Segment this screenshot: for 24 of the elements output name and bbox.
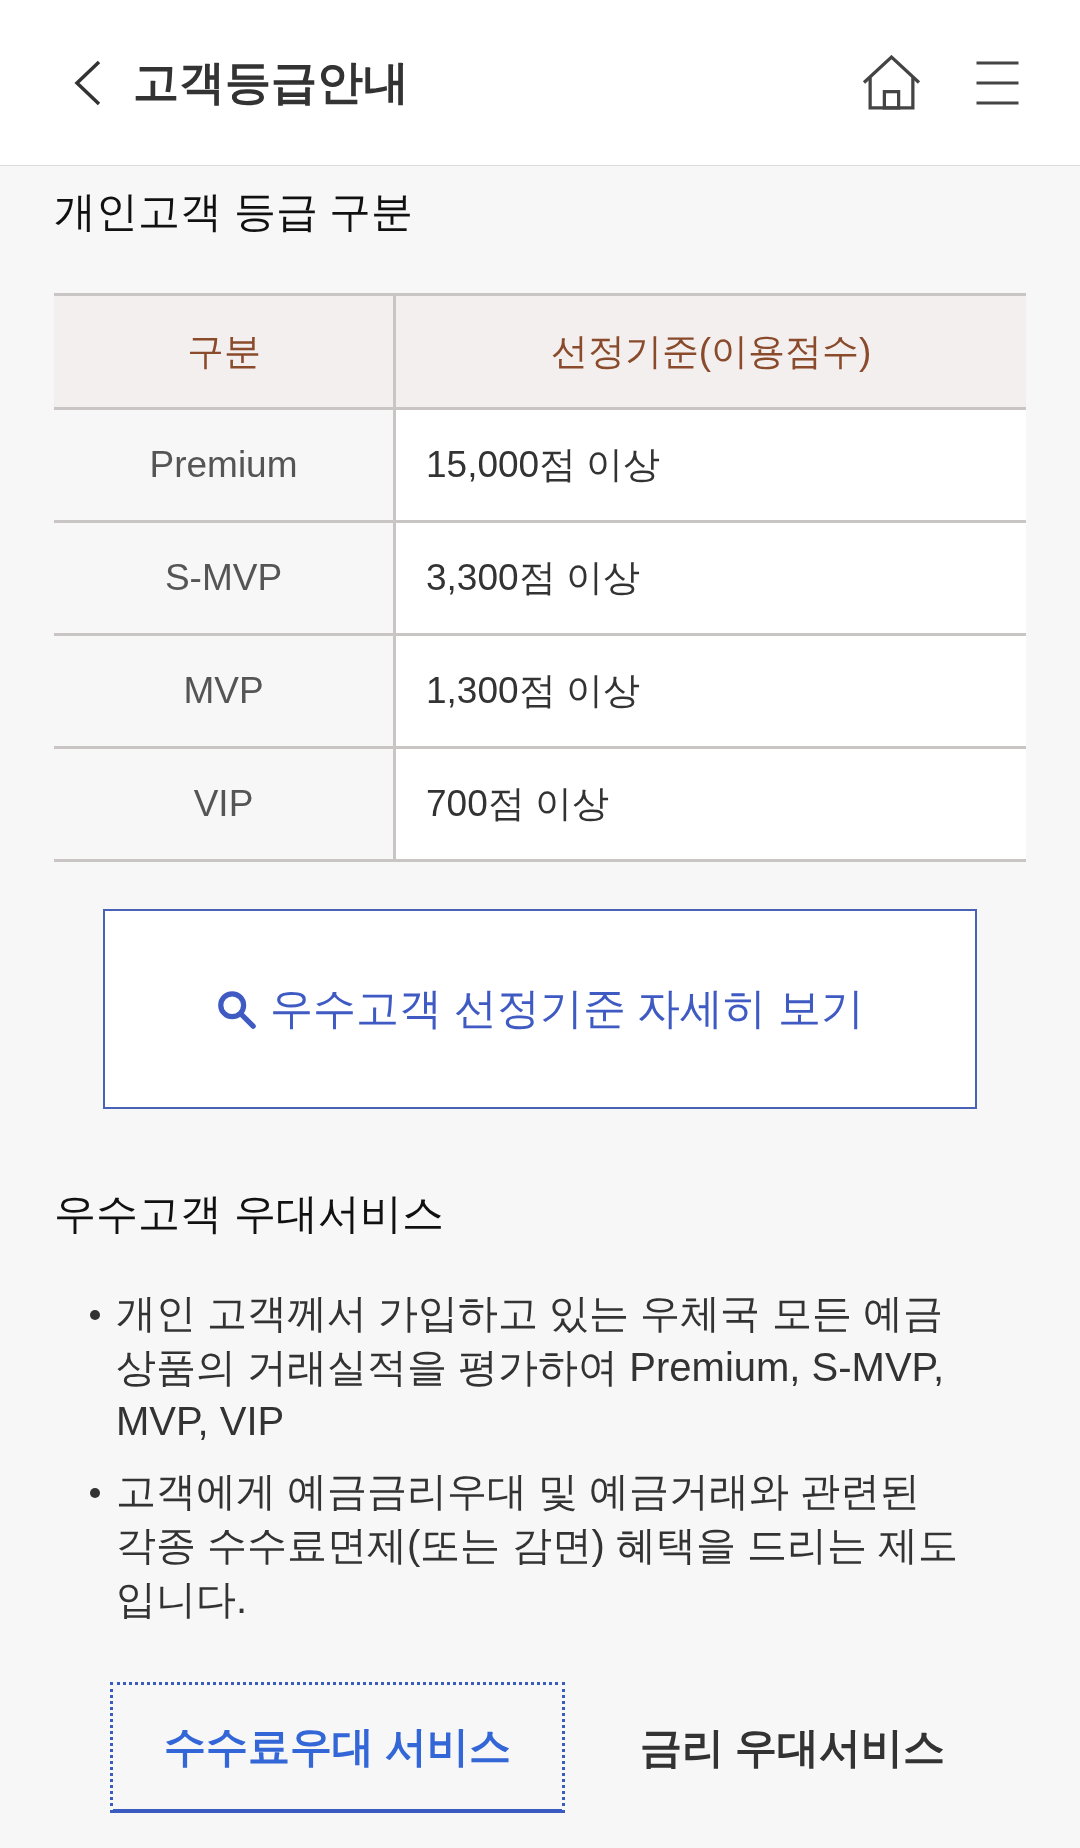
table-cell: MVP [54,634,395,748]
table-cell: 1,300점 이상 [394,634,1026,748]
menu-icon[interactable] [976,60,1019,105]
table-cell: 700점 이상 [394,747,1026,861]
table-cell: VIP [54,747,395,861]
table-cell: 15,000점 이상 [394,408,1026,522]
bullet-icon [90,1488,100,1498]
bullet-icon [90,1310,100,1320]
tab[interactable]: 금리 우대서비스 [565,1682,1020,1813]
column-header: 선정기준(이용점수) [394,294,1026,409]
detail-button[interactable]: 우수고객 선정기준 자세히 보기 [103,909,977,1109]
table-cell: 3,300점 이상 [394,521,1026,635]
table-cell: Premium [54,408,395,522]
column-header: 구분 [54,294,395,409]
search-icon [215,989,256,1029]
tab[interactable]: 수수료우대 서비스 [110,1682,565,1813]
section-title: 우수고객 우대서비스 [54,1189,445,1239]
section-title: 개인고객 등급 구분 [54,187,415,237]
bullet-text: 개인 고객께서 가입하고 있는 우체국 모든 예금상품의 거래실적을 평가하여 Premium, S-MVP, MVP, VIP [116,1290,946,1445]
bullet-text: 고객에게 예금금리우대 및 예금거래와 관련된 각종 수수료면제(또는 감면) 혜택을 드리는 제도입니다. [116,1468,960,1623]
home-icon[interactable] [862,55,921,110]
page-title: 고객등급안내 [133,54,410,110]
back-icon[interactable] [74,59,102,106]
table-cell: S-MVP [54,521,395,635]
